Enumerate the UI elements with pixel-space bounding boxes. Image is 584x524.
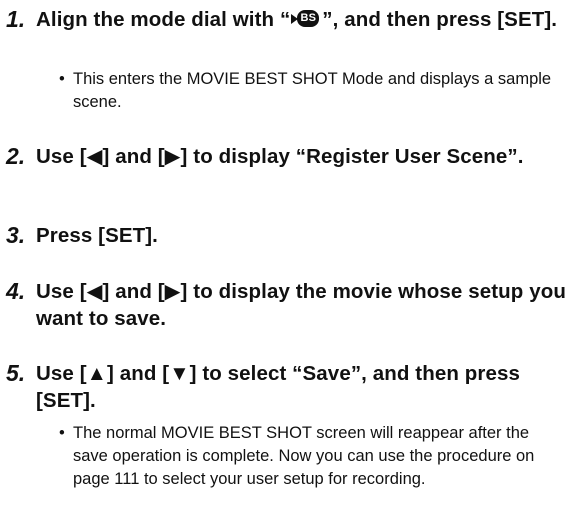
step-number: 1. <box>6 6 26 32</box>
step-heading: Align the mode dial with “BS”, and then … <box>36 6 581 33</box>
step-number: 2. <box>6 143 26 169</box>
step-heading: Use [▲] and [▼] to select “Save”, and th… <box>36 362 520 412</box>
step-number: 5. <box>6 360 26 386</box>
step-heading: Use [◀] and [▶] to display “Register Use… <box>36 145 524 168</box>
step-heading: Use [◀] and [▶] to display the movie who… <box>36 280 566 330</box>
step-note: • The normal MOVIE BEST SHOT screen will… <box>59 422 559 491</box>
step-note: • This enters the MOVIE BEST SHOT Mode a… <box>59 68 559 114</box>
bullet-icon: • <box>59 70 65 88</box>
movie-best-shot-icon: BS <box>291 9 321 29</box>
step-note-text: The normal MOVIE BEST SHOT screen will r… <box>73 424 535 488</box>
step-heading-text: Align the mode dial with “ <box>36 8 291 31</box>
step-number: 3. <box>6 222 26 248</box>
step-heading: Press [SET]. <box>36 224 158 247</box>
step-note-text: This enters the MOVIE BEST SHOT Mode and… <box>73 70 552 111</box>
bullet-icon: • <box>59 424 65 442</box>
step-number: 4. <box>6 278 26 304</box>
step-heading-text: ”, and then press [SET]. <box>322 8 558 31</box>
